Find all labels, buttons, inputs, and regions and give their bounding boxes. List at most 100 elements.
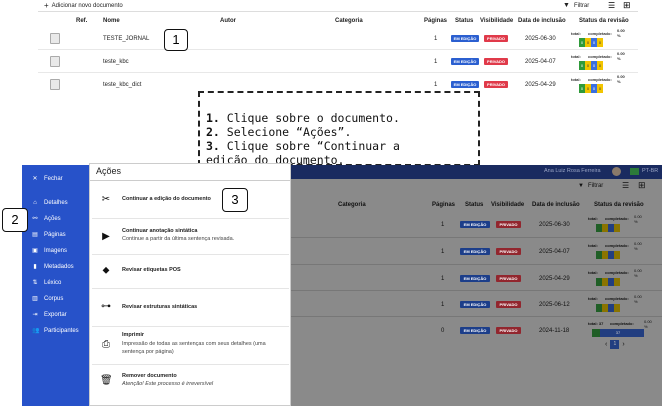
- action-remove[interactable]: 🗑 Remover documento Atenção! Este proces…: [92, 365, 289, 400]
- actions-panel-divider: [89, 180, 291, 181]
- action-title: Revisar estruturas sintáticas: [122, 304, 198, 310]
- sidebar-item-lexico[interactable]: ⇅ Léxico: [32, 278, 61, 288]
- review-pct: 0.00 %: [617, 28, 625, 38]
- sidebar-item-label: Corpus: [44, 296, 64, 302]
- review-pct: 0.00 %: [634, 294, 642, 304]
- col-ref: Ref.: [76, 18, 88, 24]
- page-number[interactable]: 1: [610, 340, 620, 349]
- review-done-label: completado:: [610, 321, 634, 326]
- sidebar-item-metadados[interactable]: ▮ Metadados: [32, 262, 73, 272]
- table-row[interactable]: 1 EM EDIÇÃO PRIVADO 2025-04-29 total: co…: [290, 265, 662, 291]
- sidebar-item-participantes[interactable]: 👥 Participantes: [32, 326, 79, 336]
- status-badge: EM EDIÇÃO: [460, 327, 490, 334]
- visibility-badge: PRIVADO: [484, 81, 508, 88]
- date-value: 2025-04-07: [525, 59, 556, 65]
- review-done-label: completado:: [605, 243, 629, 248]
- document-name[interactable]: TESTE_JORNAL: [103, 36, 149, 42]
- visibility-badge: PRIVADO: [496, 221, 521, 228]
- step-2: 2. Selecione “Ações”.: [206, 125, 351, 139]
- review-status: total: completado: 0.00 %: [588, 294, 648, 316]
- col-pages: Páginas: [432, 202, 456, 208]
- table-row[interactable]: TESTE_JORNAL 1 EM EDIÇÃO PRIVADO 2025-06…: [38, 27, 638, 50]
- date-value: 2025-06-30: [539, 222, 570, 228]
- sidebar-item-label: Exportar: [44, 312, 67, 318]
- grid-view-icon[interactable]: ⊞: [638, 180, 646, 191]
- date-value: 2025-06-30: [525, 36, 556, 42]
- sidebar-item-paginas[interactable]: ▤ Páginas: [32, 230, 66, 240]
- flag-icon[interactable]: [630, 168, 639, 175]
- filter-icon: ▼: [563, 2, 570, 9]
- grid-view-icon[interactable]: ⊞: [623, 0, 631, 11]
- next-page-icon[interactable]: ›: [622, 341, 624, 348]
- status-badge: EM EDIÇÃO: [460, 301, 490, 308]
- tags-icon: ⬥: [102, 265, 110, 276]
- review-status: total: completado: 0.00 %: [588, 214, 648, 236]
- col-review: Status da revisão: [594, 202, 644, 208]
- status-badge: EM EDIÇÃO: [460, 248, 490, 255]
- action-title: Continuar anotação sintática: [122, 228, 198, 234]
- document-name[interactable]: teste_kbc_dict: [103, 82, 141, 88]
- list-view-icon[interactable]: ☰: [622, 181, 629, 190]
- sidebar-item-detalhes[interactable]: ⌂ Detalhes: [32, 198, 68, 208]
- prev-page-icon[interactable]: ‹: [605, 341, 607, 348]
- review-progress: 0 0 0 0: [579, 61, 603, 70]
- review-pct: 0.00 %: [634, 241, 642, 251]
- review-total-label: total: 37: [588, 321, 604, 326]
- sort-icon: ⇅: [32, 280, 38, 286]
- visibility-badge: PRIVADO: [484, 58, 508, 65]
- action-print[interactable]: ⎙ Imprimir Impressão de todas as sentenç…: [92, 327, 289, 365]
- col-visibility: Visibilidade: [491, 202, 525, 208]
- progress-segment: 0: [597, 84, 603, 93]
- sidebar-item-label: Imagens: [44, 248, 68, 254]
- review-progress: 0 0 0 0: [579, 84, 603, 93]
- user-name[interactable]: Ana Luiz Rosa Ferreira: [544, 168, 601, 174]
- table-row[interactable]: 1 EM EDIÇÃO PRIVADO 2025-06-30 total: co…: [290, 211, 662, 238]
- add-document-button[interactable]: + Adicionar novo documento: [44, 1, 123, 10]
- table-row[interactable]: 1 EM EDIÇÃO PRIVADO 2025-06-12 total: co…: [290, 291, 662, 317]
- review-total-label: total:: [588, 216, 598, 221]
- bookmark-icon: ▮: [33, 264, 37, 270]
- image-icon: ▣: [32, 248, 38, 254]
- col-pages: Páginas: [424, 18, 448, 24]
- step-2-text: Selecione “Ações”.: [219, 125, 352, 139]
- step-1-number: 1.: [206, 111, 220, 125]
- sidebar-item-label: Páginas: [44, 232, 66, 238]
- action-desc: Atenção! Este processo é irreversível: [122, 381, 214, 387]
- action-title: Continuar a edição do documento: [122, 196, 211, 202]
- action-review-syntax[interactable]: ⊶ Revisar estruturas sintáticas: [92, 289, 289, 327]
- close-icon: ✕: [32, 176, 38, 182]
- pages-count: 1: [441, 276, 445, 282]
- document-name[interactable]: teste_kbc: [103, 59, 129, 65]
- review-done-label: completado:: [588, 31, 612, 36]
- status-badge: EM EDIÇÃO: [451, 58, 479, 65]
- sidebar-item-corpus[interactable]: ▥ Corpus: [32, 294, 63, 304]
- action-continue-syntax[interactable]: ▶ Continuar anotação sintática Continue …: [92, 219, 289, 255]
- date-value: 2025-04-29: [525, 82, 556, 88]
- language-label[interactable]: PT-BR: [642, 168, 658, 174]
- close-sidebar-button[interactable]: ✕ Fechar: [32, 174, 62, 184]
- sidebar-item-imagens[interactable]: ▣ Imagens: [32, 246, 67, 256]
- document-icon: [50, 79, 60, 90]
- col-category: Categoria: [335, 18, 363, 24]
- action-continue-edit[interactable]: ✂ Continuar a edição do documento: [92, 183, 289, 219]
- status-badge: EM EDIÇÃO: [460, 221, 490, 228]
- action-review-pos[interactable]: ⬥ Revisar etiquetas POS: [92, 255, 289, 289]
- list-view-icon[interactable]: ☰: [608, 1, 615, 10]
- wrench-icon: ✂: [101, 194, 111, 205]
- action-title: Remover documento: [122, 373, 177, 379]
- filter-button[interactable]: ▼ Filtrar: [563, 2, 589, 9]
- filter-button[interactable]: ▼ Filtrar: [578, 183, 603, 189]
- sidebar-item-exportar[interactable]: ⇥ Exportar: [32, 310, 67, 320]
- review-progress: [596, 224, 620, 232]
- date-value: 2024-11-18: [539, 328, 570, 334]
- status-badge: EM EDIÇÃO: [451, 81, 479, 88]
- table-row[interactable]: teste_kbc 1 EM EDIÇÃO PRIVADO 2025-04-07…: [38, 50, 638, 73]
- pages-count: 1: [441, 222, 445, 228]
- col-date: Data de inclusão: [532, 202, 580, 208]
- table-row[interactable]: 1 EM EDIÇÃO PRIVADO 2025-04-07 total: co…: [290, 238, 662, 265]
- action-desc: Impressão de todas as sentenças com seus…: [122, 341, 266, 355]
- col-visibility: Visibilidade: [480, 18, 514, 24]
- sidebar-item-acoes[interactable]: ⚯ Ações: [32, 214, 60, 224]
- avatar[interactable]: [612, 167, 621, 176]
- review-progress: [596, 251, 620, 259]
